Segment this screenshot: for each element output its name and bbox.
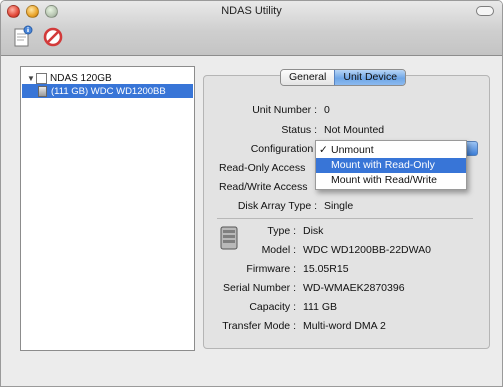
- title-bar: NDAS Utility: [1, 1, 502, 56]
- serial-number-label: Serial Number :: [223, 282, 296, 294]
- model-value: WDC WD1200BB-22DWA0: [303, 244, 431, 256]
- device-checkbox[interactable]: [36, 72, 47, 84]
- status-label: Status :: [281, 124, 317, 136]
- tree-device-row[interactable]: ▼ NDAS 120GB: [27, 71, 112, 85]
- configuration-label: Configuration :: [250, 143, 319, 155]
- transfer-mode-label: Transfer Mode :: [222, 320, 296, 332]
- device-name: NDAS 120GB: [50, 72, 112, 84]
- disk-icon: [38, 85, 47, 97]
- capacity-value: 111 GB: [303, 301, 338, 313]
- toolbar-toggle-button[interactable]: [476, 6, 494, 16]
- serial-number-value: WD-WMAEK2870396: [303, 282, 405, 294]
- tree-unit-row[interactable]: (111 GB) WDC WD1200BB: [22, 84, 193, 98]
- menu-item-label: Mount with Read-Only: [331, 159, 435, 171]
- read-only-access-label: Read-Only Access: [219, 162, 306, 174]
- menu-item-label: Mount with Read/Write: [331, 174, 438, 186]
- model-label: Model :: [261, 244, 296, 256]
- window-title: NDAS Utility: [221, 5, 282, 17]
- checkmark-icon: ✓: [319, 144, 328, 156]
- menu-item-mount-read-write[interactable]: Mount with Read/Write: [316, 173, 466, 188]
- unregister-icon[interactable]: [41, 25, 65, 49]
- ndas-utility-window: NDAS Utility ▼ NDAS 120GB (111 GB) WDC W…: [0, 0, 503, 387]
- tab-general[interactable]: General: [281, 70, 335, 85]
- disclosure-triangle-icon[interactable]: ▼: [27, 74, 36, 83]
- menu-item-mount-read-only[interactable]: Mount with Read-Only: [316, 158, 466, 173]
- firmware-value: 15.05R15: [303, 263, 349, 275]
- type-label: Type :: [267, 225, 296, 237]
- tab-unit-device[interactable]: Unit Device: [334, 70, 406, 85]
- unit-number-label: Unit Number :: [252, 104, 317, 116]
- type-value: Disk: [303, 225, 324, 237]
- tab-bar: General Unit Device: [280, 69, 407, 86]
- device-tree[interactable]: ▼ NDAS 120GB (111 GB) WDC WD1200BB: [20, 66, 195, 351]
- divider: [217, 218, 473, 219]
- unit-name: (111 GB) WDC WD1200BB: [51, 85, 166, 97]
- info-document-icon[interactable]: [11, 25, 35, 49]
- hard-disk-icon: [220, 226, 238, 250]
- disk-array-type-label: Disk Array Type :: [237, 200, 317, 212]
- unit-number-value: 0: [324, 104, 330, 116]
- disk-array-type-value: Single: [324, 200, 354, 212]
- menu-item-label: Unmount: [331, 144, 374, 156]
- menu-item-unmount[interactable]: ✓ Unmount: [316, 143, 466, 158]
- configuration-menu[interactable]: ✓ Unmount Mount with Read-Only Mount wit…: [315, 140, 467, 190]
- read-write-access-label: Read/Write Access: [219, 181, 308, 193]
- capacity-label: Capacity :: [249, 301, 296, 313]
- transfer-mode-value: Multi-word DMA 2: [303, 320, 386, 332]
- status-value: Not Mounted: [324, 124, 385, 136]
- firmware-label: Firmware :: [246, 263, 296, 275]
